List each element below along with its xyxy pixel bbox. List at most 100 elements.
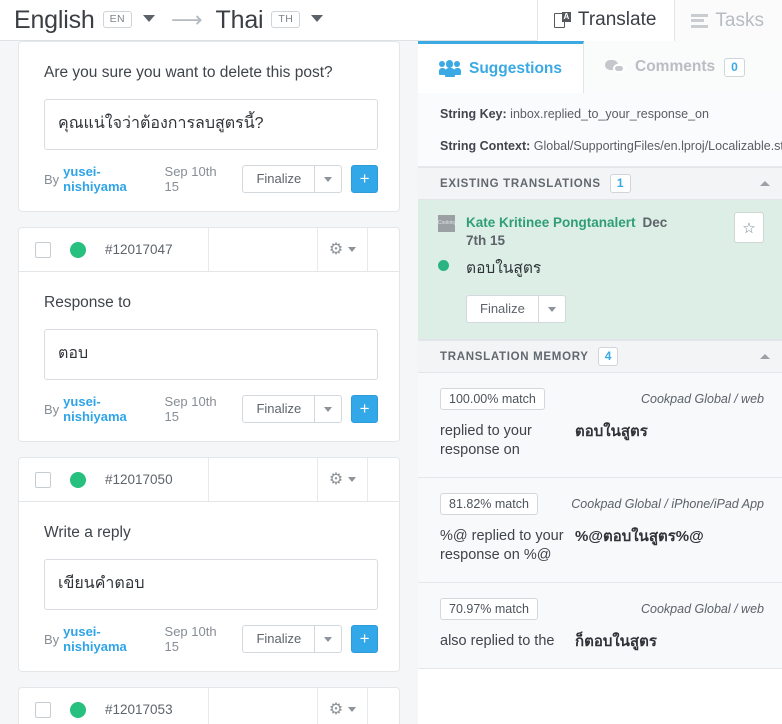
translation-memory-entry[interactable]: 81.82% match Cookpad Global / iPhone/iPa… [418, 478, 782, 583]
people-icon [438, 60, 461, 77]
finalize-dropdown-button[interactable] [315, 625, 343, 653]
finalize-button[interactable]: Finalize [242, 165, 316, 193]
translation-memory-count: 4 [597, 347, 619, 366]
unit-header-left: #12017053 [19, 688, 209, 724]
translation-unit-body: Write a reply เขียนคำตอบ By yusei-nishiy… [19, 502, 399, 671]
unit-header-end [368, 688, 399, 724]
side-panel: Suggestions Comments 0 String Key: inbox… [418, 41, 782, 724]
tm-source-project: Cookpad Global / web [641, 392, 764, 406]
translation-memory-section-header[interactable]: TRANSLATION MEMORY 4 [418, 340, 782, 373]
add-translation-button[interactable]: + [351, 395, 378, 423]
translation-units-list[interactable]: Are you sure you want to delete this pos… [0, 41, 418, 724]
translation-unit-header: #12017053 ⚙ [19, 688, 399, 724]
tm-source-project: Cookpad Global / web [641, 602, 764, 616]
unit-header-middle [209, 228, 318, 271]
unit-settings-button[interactable]: ⚙ [318, 228, 368, 271]
source-language-code: EN [102, 10, 132, 28]
tm-match-percent: 70.97% match [440, 598, 538, 620]
by-label: By [44, 171, 60, 187]
chevron-up-icon[interactable] [760, 181, 770, 186]
translation-unit-body: Response to ตอบ By yusei-nishiyama Sep 1… [19, 272, 399, 441]
add-translation-button[interactable]: + [351, 165, 378, 193]
tm-source-text: also replied to the [440, 633, 555, 649]
string-key-label: String Key: [440, 107, 507, 121]
tm-target-text: %@ตอบในสูตร%@ [575, 528, 704, 545]
chevron-down-icon [348, 477, 357, 482]
chevron-down-icon [324, 636, 333, 642]
unit-settings-button[interactable]: ⚙ [318, 458, 368, 501]
by-label: By [44, 401, 60, 417]
translation-input[interactable]: เขียนคำตอบ [44, 559, 378, 610]
tm-entry-header: 100.00% match Cookpad Global / web [440, 388, 764, 410]
translation-meta-row: By yusei-nishiyama Sep 10th 15 Finalize … [44, 164, 378, 194]
string-context-row: String Context: Global/SupportingFiles/e… [440, 139, 782, 153]
existing-translations-title: EXISTING TRANSLATIONS [440, 177, 601, 190]
source-language-selector[interactable]: English EN [14, 6, 155, 35]
tab-translate[interactable]: Translate [536, 0, 675, 41]
translate-icon [553, 12, 571, 28]
tm-entry-pair: %@ replied to your response on %@ %@ตอบใ… [440, 527, 764, 565]
status-dot-icon [70, 241, 86, 258]
chevron-down-icon [547, 306, 556, 312]
finalize-button-group: Finalize [242, 395, 343, 423]
unit-checkbox[interactable] [35, 471, 51, 488]
existing-entry-author[interactable]: Kate Kritinee Pongtanalert [466, 215, 636, 230]
unit-settings-button[interactable]: ⚙ [318, 688, 368, 724]
translation-meta-row: By yusei-nishiyama Sep 10th 15 Finalize … [44, 394, 378, 424]
tab-suggestions-label: Suggestions [469, 59, 563, 77]
target-language-label: Thai [215, 5, 264, 34]
translation-unit-card: Are you sure you want to delete this pos… [18, 41, 400, 212]
tab-suggestions[interactable]: Suggestions [418, 41, 585, 93]
existing-translation-entry: Cooking Kate Kritinee Pongtanalert Dec 7t… [418, 200, 782, 340]
unit-id-label: #12017047 [105, 242, 173, 257]
chevron-up-icon[interactable] [760, 354, 770, 359]
chevron-down-icon [324, 406, 333, 412]
translation-memory-entry[interactable]: 70.97% match Cookpad Global / web also r… [418, 583, 782, 669]
finalize-button[interactable]: Finalize [466, 295, 539, 323]
target-language-selector[interactable]: Thai TH [216, 6, 324, 35]
existing-entry-body: ตอบในสูตร [438, 255, 768, 280]
chevron-down-icon[interactable] [143, 14, 155, 22]
chevron-down-icon[interactable] [311, 14, 324, 22]
date-label: Sep 10th 15 [164, 164, 217, 194]
author-link[interactable]: yusei-nishiyama [63, 164, 152, 194]
author-link[interactable]: yusei-nishiyama [63, 624, 152, 654]
unit-id-label: #12017050 [105, 472, 173, 487]
unit-header-end [368, 228, 399, 271]
translation-input[interactable]: คุณแน่ใจว่าต้องการลบสูตรนี้? [44, 99, 378, 150]
tab-comments[interactable]: Comments 0 [584, 41, 766, 93]
by-label: By [44, 631, 60, 647]
source-string: Response to [44, 294, 132, 311]
comment-icon [605, 59, 626, 75]
unit-checkbox[interactable] [35, 701, 51, 718]
unit-header-end [368, 458, 399, 501]
unit-header-middle [209, 688, 318, 724]
date-label: Sep 10th 15 [164, 624, 217, 654]
finalize-dropdown-button[interactable] [315, 165, 343, 193]
unit-checkbox[interactable] [35, 241, 51, 258]
finalize-dropdown-button[interactable] [538, 295, 566, 323]
date-label: Sep 10th 15 [164, 394, 217, 424]
add-translation-button[interactable]: + [351, 625, 378, 653]
translation-memory-entry[interactable]: 100.00% match Cookpad Global / web repli… [418, 373, 782, 478]
gear-icon: ⚙ [328, 470, 344, 488]
top-tab-bar: Translate Tasks [536, 0, 782, 41]
unit-header-middle [209, 458, 318, 501]
finalize-button[interactable]: Finalize [242, 625, 316, 653]
tab-tasks[interactable]: Tasks [674, 0, 782, 41]
existing-translations-section-header[interactable]: EXISTING TRANSLATIONS 1 [418, 167, 782, 200]
author-link[interactable]: yusei-nishiyama [63, 394, 152, 424]
finalize-button[interactable]: Finalize [242, 395, 316, 423]
tm-entry-header: 81.82% match Cookpad Global / iPhone/iPa… [440, 493, 764, 515]
existing-entry-names: Kate Kritinee Pongtanalert Dec 7th 15 [466, 214, 679, 250]
gear-icon: ⚙ [328, 700, 344, 718]
translation-unit-header: #12017047 ⚙ [19, 228, 399, 272]
finalize-dropdown-button[interactable] [315, 395, 343, 423]
favorite-star-button[interactable]: ☆ [734, 212, 764, 243]
string-info-block: String Key: inbox.replied_to_your_respon… [418, 93, 782, 167]
translation-input[interactable]: ตอบ [44, 329, 378, 380]
star-icon: ☆ [742, 219, 756, 237]
tab-comments-label: Comments [635, 58, 716, 75]
translation-unit-body: Are you sure you want to delete this pos… [19, 42, 399, 211]
top-bar: English EN ⟶ Thai TH Translate Tasks [0, 0, 782, 41]
